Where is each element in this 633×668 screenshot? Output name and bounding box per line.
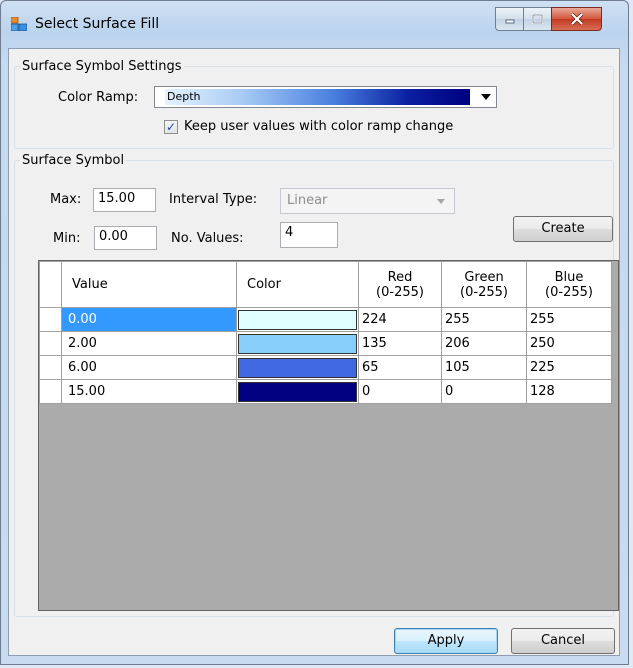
row-header[interactable] [39,331,62,356]
maximize-button[interactable] [523,7,552,31]
color-ramp-label: Color Ramp: [58,90,139,105]
color-ramp-dropdown[interactable]: Depth [154,86,497,108]
max-input[interactable]: 15.00 [93,188,156,212]
keep-values-label[interactable]: Keep user values with color ramp change [184,119,453,134]
interval-type-dropdown[interactable]: Linear [280,188,455,214]
close-button[interactable] [551,7,602,31]
dialog-window: Select Surface Fill Surface Symbol Setti… [0,0,629,665]
table-row[interactable]: 0.00 224 255 255 [39,307,612,332]
chevron-down-icon [481,94,491,100]
color-cell[interactable] [236,331,359,356]
color-swatch[interactable] [238,309,357,330]
apply-button[interactable]: Apply [394,628,498,654]
chevron-down-icon [437,199,445,204]
minimize-icon [505,19,514,24]
column-header-value[interactable]: Value [61,261,237,308]
interval-type-value: Linear [287,193,328,208]
color-swatch[interactable] [238,333,357,354]
max-label: Max: [50,192,82,207]
table-row[interactable]: 6.00 65 105 225 [39,355,612,380]
red-cell[interactable]: 135 [358,331,442,356]
interval-type-label: Interval Type: [169,192,258,207]
red-cell[interactable]: 65 [358,355,442,380]
color-cell[interactable] [236,307,359,332]
symbol-group-legend: Surface Symbol [22,153,125,168]
no-values-input[interactable]: 4 [280,222,338,248]
red-cell[interactable]: 0 [358,379,442,404]
window-title: Select Surface Fill [35,16,160,32]
blue-cell[interactable]: 255 [526,307,612,332]
table-row[interactable]: 2.00 135 206 250 [39,331,612,356]
column-header-color[interactable]: Color [236,261,359,308]
app-icon [10,16,28,32]
checkmark-icon: ✓ [165,120,177,134]
column-header-green[interactable]: Green (0-255) [441,261,527,308]
value-cell[interactable]: 15.00 [61,379,237,404]
color-cell[interactable] [236,379,359,404]
blue-cell[interactable]: 128 [526,379,612,404]
color-ramp-gradient [165,89,470,105]
column-header-red[interactable]: Red (0-255) [358,261,442,308]
minimize-button[interactable] [495,7,524,31]
green-cell[interactable]: 105 [441,355,527,380]
title-bar[interactable]: Select Surface Fill [7,7,617,39]
no-values-label: No. Values: [171,231,244,246]
min-input[interactable]: 0.00 [94,226,157,250]
green-cell[interactable]: 0 [441,379,527,404]
row-header[interactable] [39,355,62,380]
green-cell[interactable]: 255 [441,307,527,332]
green-cell[interactable]: 206 [441,331,527,356]
color-swatch[interactable] [238,381,357,402]
color-cell[interactable] [236,355,359,380]
red-cell[interactable]: 224 [358,307,442,332]
close-icon [570,13,583,25]
keep-values-checkbox[interactable]: ✓ [164,120,178,134]
settings-group-legend: Surface Symbol Settings [22,59,182,74]
create-button[interactable]: Create [513,216,613,242]
table-row[interactable]: 15.00 0 0 128 [39,379,612,404]
value-cell[interactable]: 0.00 [61,307,237,332]
table-header-row: Value Color Red (0-255) Green (0-255) Bl… [39,261,612,308]
cancel-button[interactable]: Cancel [511,628,615,654]
row-header[interactable] [39,307,62,332]
surface-symbol-grid[interactable]: Value Color Red (0-255) Green (0-255) Bl… [38,260,619,611]
maximize-icon [532,14,543,24]
value-cell[interactable]: 6.00 [61,355,237,380]
value-cell[interactable]: 2.00 [61,331,237,356]
color-ramp-value: Depth [167,90,201,103]
color-swatch[interactable] [238,357,357,378]
symbol-table: Value Color Red (0-255) Green (0-255) Bl… [39,261,612,404]
row-header-corner [39,261,62,308]
blue-cell[interactable]: 250 [526,331,612,356]
blue-cell[interactable]: 225 [526,355,612,380]
min-label: Min: [53,231,81,246]
row-header[interactable] [39,379,62,404]
column-header-blue[interactable]: Blue (0-255) [526,261,612,308]
